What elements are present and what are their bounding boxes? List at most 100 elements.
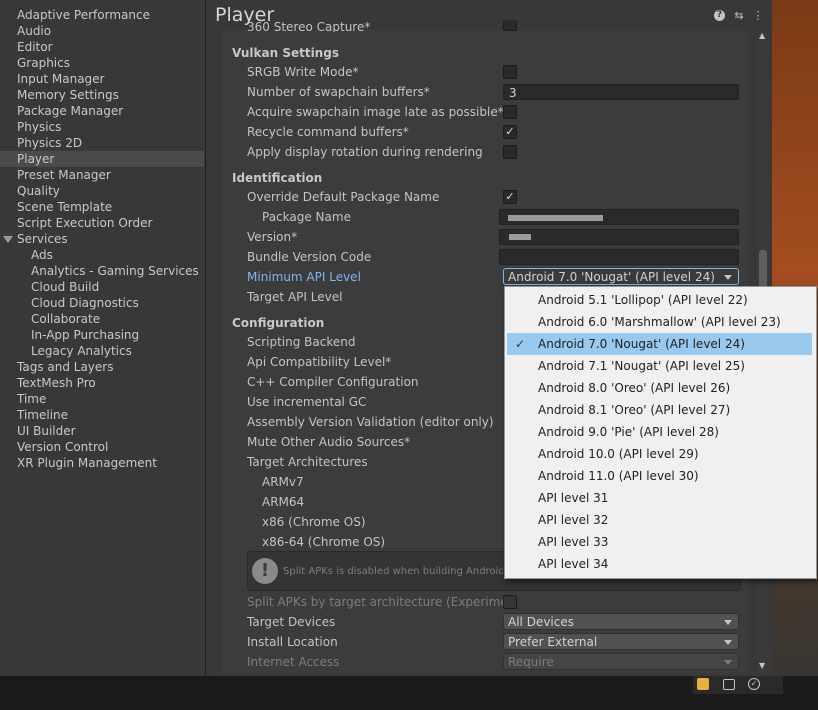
- override-package-label: Override Default Package Name: [247, 190, 440, 204]
- identification-heading: Identification: [232, 171, 323, 185]
- sidebar-item-quality[interactable]: Quality: [17, 183, 60, 199]
- api-option-label: API level 34: [538, 557, 609, 571]
- sidebar-item-player[interactable]: Player: [0, 151, 204, 167]
- scripting-backend-label: Scripting Backend: [247, 335, 356, 349]
- settings-sidebar: Adaptive Performance Audio Editor Graphics I…: [0, 0, 206, 676]
- sidebar-item-collaborate[interactable]: Collaborate: [31, 311, 100, 327]
- install-location-dropdown[interactable]: Prefer External: [503, 633, 739, 650]
- vulkan-settings-heading: Vulkan Settings: [232, 46, 339, 60]
- sidebar-item-timeline[interactable]: Timeline: [17, 407, 68, 423]
- collab-status-icon[interactable]: ✓: [748, 678, 760, 690]
- scroll-down-icon[interactable]: ▼: [759, 661, 765, 670]
- api-option[interactable]: Android 7.1 'Nougat' (API level 25): [505, 355, 814, 377]
- sidebar-item-physics-2d[interactable]: Physics 2D: [17, 135, 82, 151]
- sidebar-item-ads[interactable]: Ads: [31, 247, 53, 263]
- install-location-label: Install Location: [247, 635, 338, 649]
- api-option[interactable]: Android 8.0 'Oreo' (API level 26): [505, 377, 814, 399]
- acquire-swapchain-checkbox[interactable]: [503, 105, 517, 119]
- internet-access-label: Internet Access: [247, 655, 340, 669]
- sidebar-item-services[interactable]: Services: [17, 231, 68, 247]
- sidebar-item-input-manager[interactable]: Input Manager: [17, 71, 105, 87]
- api-option[interactable]: Android 10.0 (API level 29): [505, 443, 814, 465]
- api-option[interactable]: Android 8.1 'Oreo' (API level 27): [505, 399, 814, 421]
- chevron-down-icon: [724, 620, 732, 625]
- api-option[interactable]: Android 5.1 'Lollipop' (API level 22): [505, 289, 814, 311]
- sidebar-item-cloud-build[interactable]: Cloud Build: [31, 279, 99, 295]
- check-icon: ✓: [515, 337, 526, 351]
- api-option[interactable]: Android 9.0 'Pie' (API level 28): [505, 421, 814, 443]
- swapchain-buffers-input[interactable]: 3: [503, 84, 739, 100]
- scroll-up-icon[interactable]: ▲: [759, 31, 765, 40]
- fold-arrow-icon[interactable]: [3, 236, 13, 243]
- configuration-heading: Configuration: [232, 316, 325, 330]
- sidebar-item-script-execution-order[interactable]: Script Execution Order: [17, 215, 152, 231]
- api-option-label: API level 31: [538, 491, 609, 505]
- sidebar-item-ui-builder[interactable]: UI Builder: [17, 423, 76, 439]
- sidebar-item-graphics[interactable]: Graphics: [17, 55, 70, 71]
- armv7-label: ARMv7: [262, 475, 304, 489]
- api-level-popup[interactable]: Android 5.1 'Lollipop' (API level 22) And…: [504, 286, 817, 579]
- api-option[interactable]: Android 11.0 (API level 30): [505, 465, 814, 487]
- api-option-label: API level 33: [538, 535, 609, 549]
- api-option-label: API level 32: [538, 513, 609, 527]
- sidebar-item-time[interactable]: Time: [17, 391, 46, 407]
- srgb-write-mode-checkbox[interactable]: [503, 65, 517, 79]
- sidebar-item-package-manager[interactable]: Package Manager: [17, 103, 123, 119]
- sidebar-item-xr-plugin-management[interactable]: XR Plugin Management: [17, 455, 157, 471]
- help-icon[interactable]: ?: [714, 10, 725, 21]
- sidebar-item-scene-template[interactable]: Scene Template: [17, 199, 112, 215]
- target-devices-label: Target Devices: [247, 615, 336, 629]
- api-compatibility-label: Api Compatibility Level*: [247, 355, 392, 369]
- warning-icon: !: [252, 558, 278, 584]
- sidebar-item-editor[interactable]: Editor: [17, 39, 53, 55]
- sidebar-item-version-control[interactable]: Version Control: [17, 439, 108, 455]
- sidebar-item-in-app-purchasing[interactable]: In-App Purchasing: [31, 327, 139, 343]
- sidebar-item-memory-settings[interactable]: Memory Settings: [17, 87, 119, 103]
- mute-audio-label: Mute Other Audio Sources*: [247, 435, 411, 449]
- acquire-swapchain-label: Acquire swapchain image late as possible…: [247, 105, 504, 119]
- swapchain-buffers-label: Number of swapchain buffers*: [247, 85, 430, 99]
- package-name-input[interactable]: [499, 209, 739, 225]
- recycle-buffers-checkbox[interactable]: ✓: [503, 125, 517, 139]
- api-option-label: Android 10.0 (API level 29): [538, 447, 699, 461]
- sidebar-item-preset-manager[interactable]: Preset Manager: [17, 167, 111, 183]
- override-package-checkbox[interactable]: ✓: [503, 190, 517, 204]
- cache-server-icon[interactable]: [723, 679, 735, 690]
- api-option[interactable]: API level 31: [505, 487, 814, 509]
- api-option-label: Android 8.0 'Oreo' (API level 26): [538, 381, 731, 395]
- sidebar-item-cloud-diagnostics[interactable]: Cloud Diagnostics: [31, 295, 139, 311]
- api-option[interactable]: ✓ Android 7.0 'Nougat' (API level 24): [507, 333, 812, 355]
- version-input[interactable]: [499, 229, 739, 245]
- debug-bug-icon[interactable]: [697, 678, 709, 690]
- sidebar-item-audio[interactable]: Audio: [17, 23, 51, 39]
- stereo-capture-label: 360 Stereo Capture*: [247, 20, 371, 32]
- bundle-version-label: Bundle Version Code: [247, 250, 372, 264]
- api-option[interactable]: Android 6.0 'Marshmallow' (API level 23): [505, 311, 814, 333]
- target-devices-dropdown[interactable]: All Devices: [503, 613, 739, 630]
- internet-access-value: Require: [508, 655, 554, 669]
- api-option-label: Android 7.1 'Nougat' (API level 25): [538, 359, 745, 373]
- sidebar-item-legacy-analytics[interactable]: Legacy Analytics: [31, 343, 132, 359]
- sidebar-item-analytics-gaming-services[interactable]: Analytics - Gaming Services: [31, 263, 199, 279]
- stereo-capture-checkbox[interactable]: [503, 20, 517, 31]
- minimum-api-label: Minimum API Level: [247, 270, 361, 284]
- internet-access-dropdown: Require: [503, 653, 739, 670]
- sidebar-item-textmesh-pro[interactable]: TextMesh Pro: [17, 375, 96, 391]
- display-rotation-checkbox[interactable]: [503, 145, 517, 159]
- minimum-api-dropdown[interactable]: Android 7.0 'Nougat' (API level 24): [503, 268, 739, 285]
- api-option-label: Android 11.0 (API level 30): [538, 469, 699, 483]
- api-option[interactable]: API level 33: [505, 531, 814, 553]
- sidebar-item-physics[interactable]: Physics: [17, 119, 61, 135]
- api-option[interactable]: API level 34: [505, 553, 814, 575]
- sidebar-item-tags-and-layers[interactable]: Tags and Layers: [17, 359, 113, 375]
- more-options-icon[interactable]: ⋮: [752, 10, 764, 22]
- api-option-label: Android 6.0 'Marshmallow' (API level 23): [538, 315, 781, 329]
- api-option-label: Android 8.1 'Oreo' (API level 27): [538, 403, 731, 417]
- bundle-version-input[interactable]: [499, 249, 739, 265]
- x86-64-label: x86-64 (Chrome OS): [262, 535, 386, 549]
- api-option[interactable]: API level 32: [505, 509, 814, 531]
- status-bar: ✓: [0, 676, 818, 710]
- sidebar-item-adaptive-performance[interactable]: Adaptive Performance: [17, 7, 150, 23]
- settings-sliders-icon[interactable]: ⇆: [733, 10, 745, 22]
- srgb-write-mode-label: SRGB Write Mode*: [247, 65, 359, 79]
